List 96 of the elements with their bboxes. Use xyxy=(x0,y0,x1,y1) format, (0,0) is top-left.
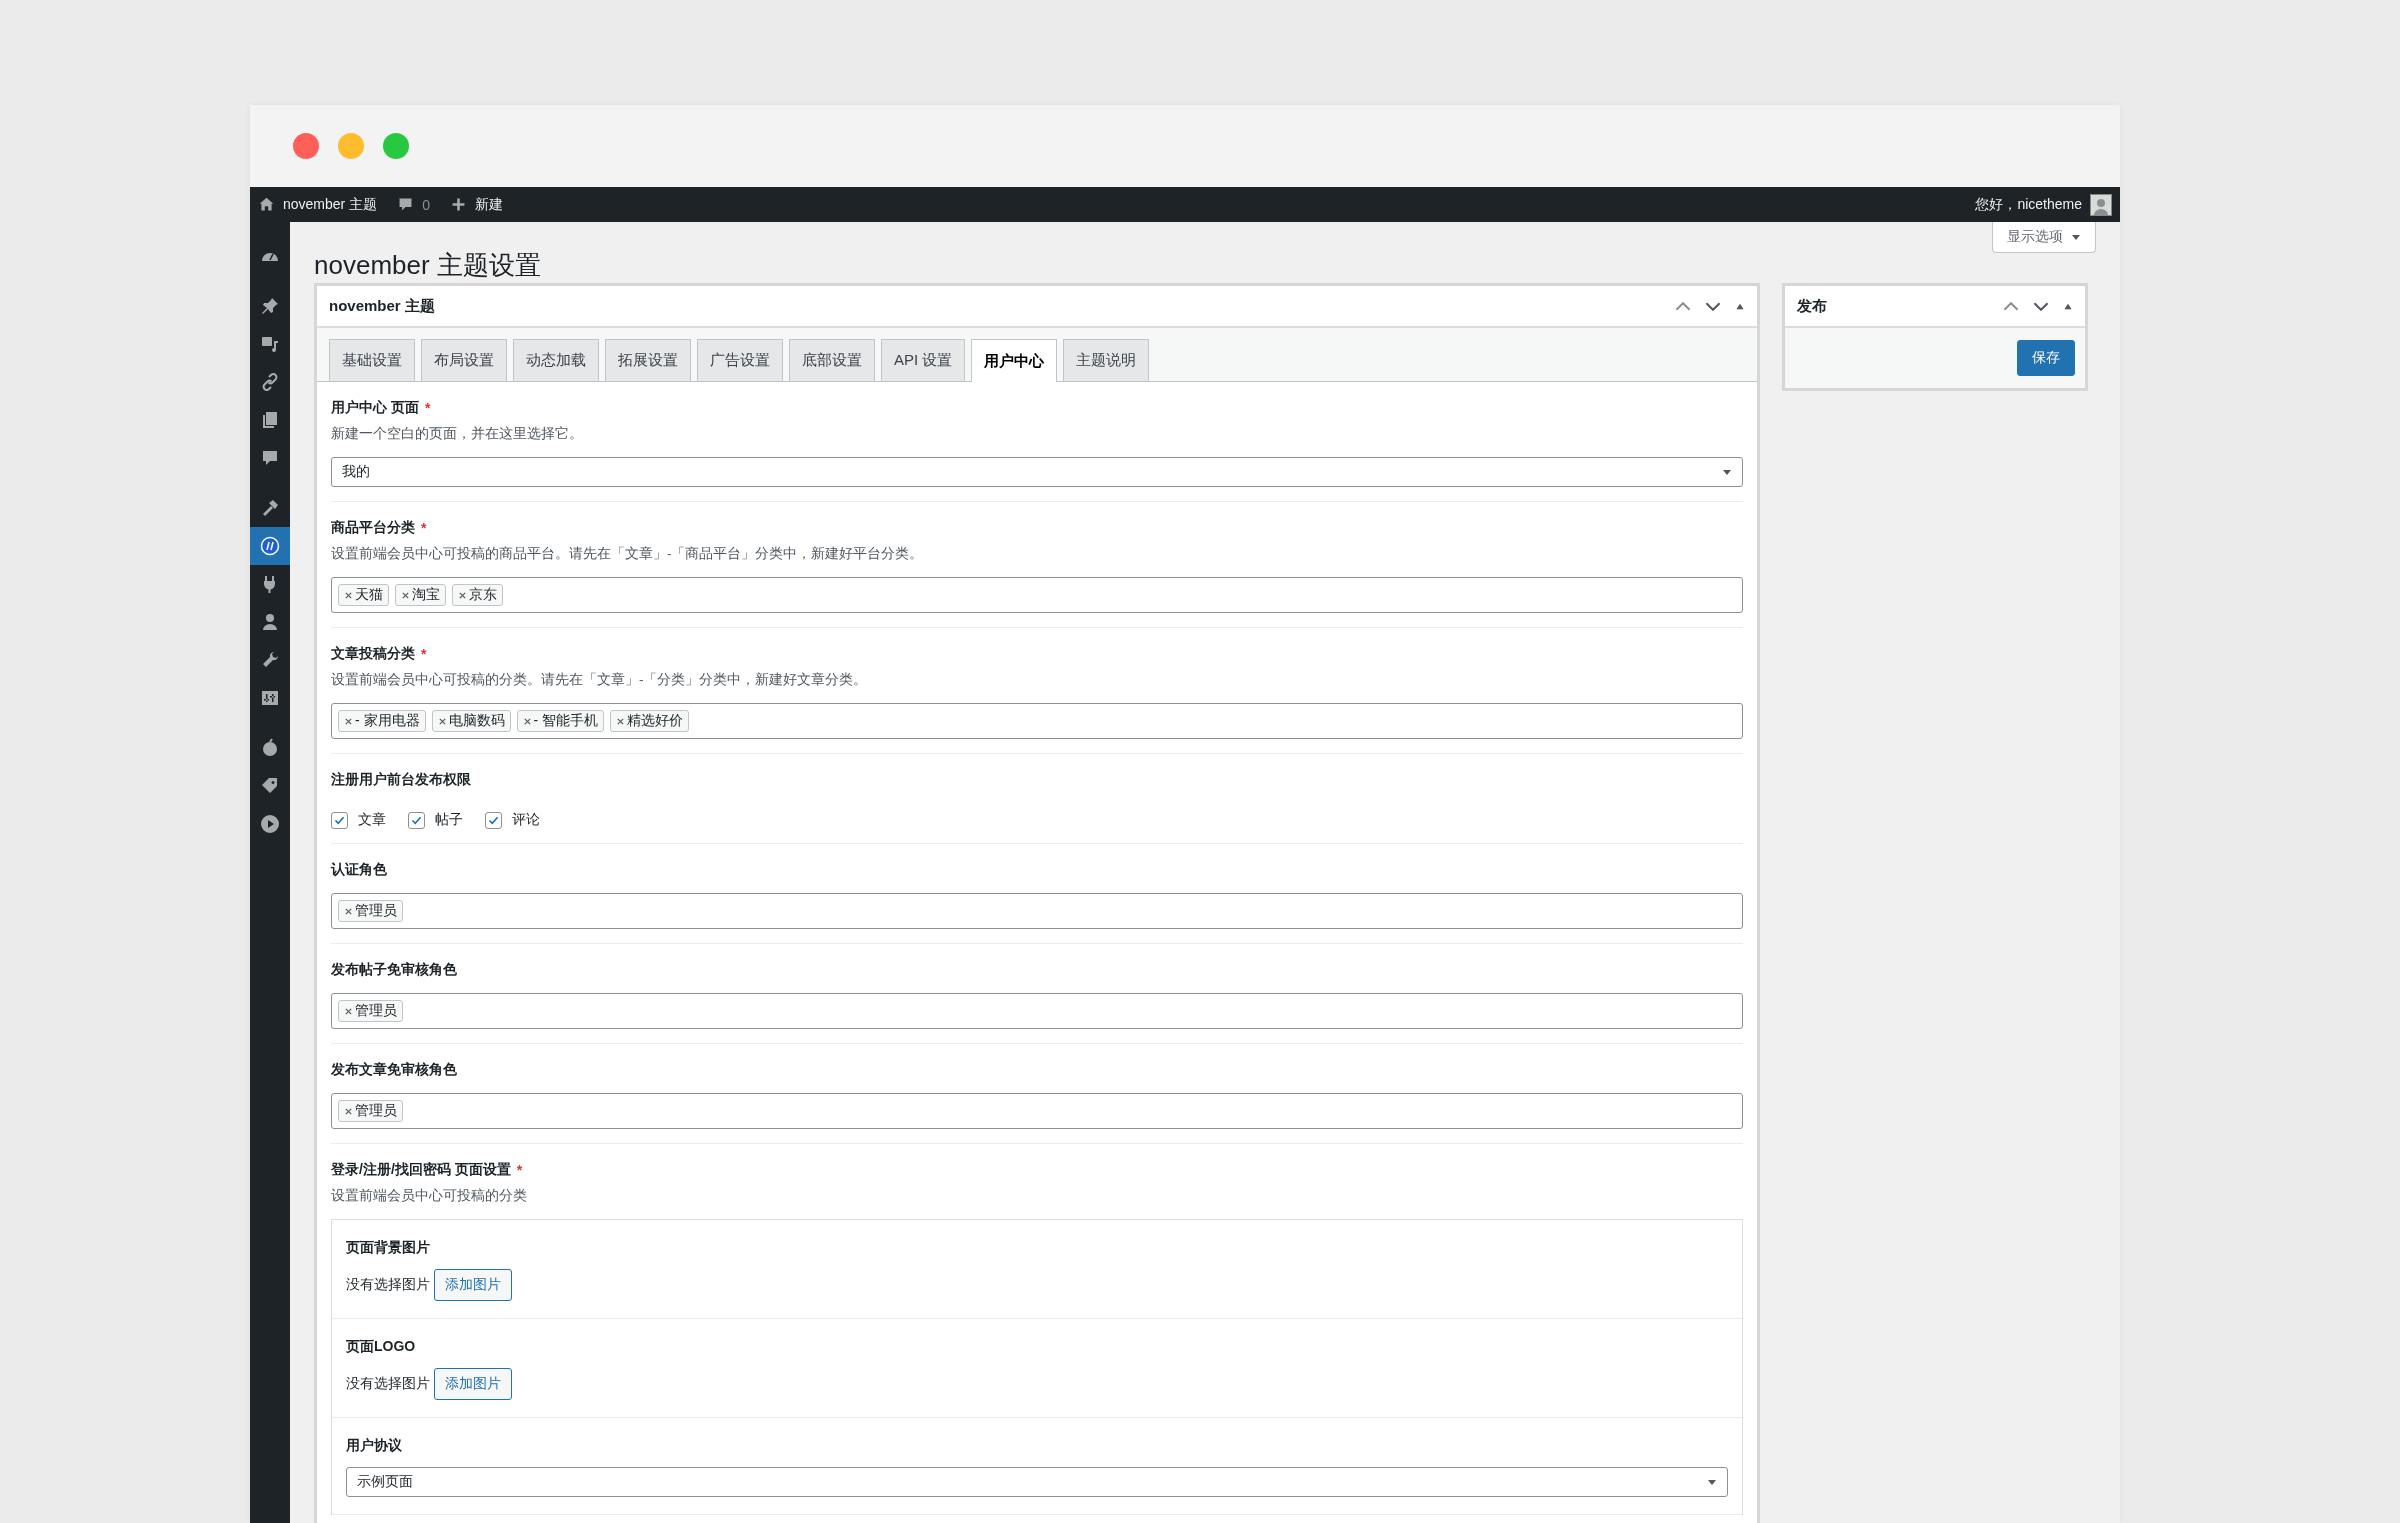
field-description: 新建一个空白的页面，并在这里选择它。 xyxy=(331,425,584,443)
remove-icon xyxy=(344,590,353,600)
add-image-button[interactable]: 添加图片 xyxy=(434,1269,512,1301)
field-label: 认证角色 xyxy=(331,861,387,879)
tag-chip[interactable]: 电脑数码 xyxy=(431,710,511,732)
move-down-icon[interactable] xyxy=(2033,300,2049,312)
media-icon xyxy=(260,334,280,354)
tag-chip[interactable]: - 家用电器 xyxy=(338,710,426,732)
greeting-link[interactable]: 您好，nicetheme xyxy=(1975,195,2082,214)
field-description: 设置前端会员中心可投稿的分类 xyxy=(331,1187,528,1205)
screen-options-button[interactable]: 显示选项 xyxy=(1992,222,2096,253)
page-title: november 主题设置 xyxy=(314,249,541,282)
required-mark: * xyxy=(516,1162,523,1178)
close-button[interactable] xyxy=(293,133,319,159)
remove-icon xyxy=(344,716,353,726)
field-label: 发布帖子免审核角色 xyxy=(331,961,457,979)
checkbox-label[interactable]: 帖子 xyxy=(435,811,463,829)
checkbox[interactable] xyxy=(331,811,348,829)
field-label: 登录/注册/找回密码 页面设置 xyxy=(331,1161,511,1179)
pin-icon xyxy=(260,296,280,316)
field-label: 用户中心 页面 xyxy=(331,399,419,417)
field-description: 设置前端会员中心可投稿的分类。请先在「文章」-「分类」分类中，新建好文章分类。 xyxy=(331,671,869,689)
remove-icon xyxy=(344,1006,353,1016)
tag-chip[interactable]: 精选好价 xyxy=(610,710,690,732)
select-field[interactable]: 我的 xyxy=(331,457,1743,487)
tab[interactable]: 基础设置 xyxy=(329,339,415,381)
home-icon[interactable] xyxy=(258,196,275,213)
remove-icon xyxy=(458,590,467,600)
comment-icon xyxy=(260,448,280,468)
tab[interactable]: 主题说明 xyxy=(1063,339,1150,381)
move-down-icon[interactable] xyxy=(1705,300,1721,312)
tag-chip[interactable]: - 智能手机 xyxy=(516,710,605,732)
tag-input-field[interactable]: 天猫 淘宝 京东 xyxy=(331,577,1743,613)
tab[interactable]: 布局设置 xyxy=(421,339,507,381)
link-icon xyxy=(260,372,280,392)
comment-count: 0 xyxy=(422,196,430,213)
move-up-icon[interactable] xyxy=(1675,300,1691,312)
select-field[interactable]: 示例页面 xyxy=(346,1467,1728,1497)
remove-icon xyxy=(437,716,447,726)
remove-icon xyxy=(344,906,353,916)
tag-chip[interactable]: 管理员 xyxy=(338,1000,403,1022)
field-label: 用户协议 xyxy=(346,1437,402,1455)
media-status: 没有选择图片 xyxy=(346,1276,430,1294)
fruit-icon xyxy=(260,738,280,758)
tag-input-field[interactable]: - 家用电器 电脑数码 - 智能手机 精选好价 xyxy=(331,703,1743,739)
remove-icon xyxy=(522,716,532,726)
sliders-icon xyxy=(260,688,280,708)
site-name-link[interactable]: november 主题 xyxy=(283,195,378,214)
pages-icon xyxy=(260,410,280,430)
add-image-button[interactable]: 添加图片 xyxy=(434,1368,512,1400)
tag-input-field[interactable]: 管理员 xyxy=(331,1093,1743,1129)
checkbox[interactable] xyxy=(485,811,502,829)
user-icon xyxy=(260,612,280,632)
field-description: 设置前端会员中心可投稿的商品平台。请先在「文章」-「商品平台」分类中，新建好平台分类。 xyxy=(331,545,925,563)
caret-icon xyxy=(2071,232,2081,242)
tag-icon xyxy=(260,776,280,796)
tab[interactable]: 动态加载 xyxy=(513,339,599,381)
field-label: 页面LOGO xyxy=(346,1338,416,1356)
required-mark: * xyxy=(421,520,427,536)
tab[interactable]: API 设置 xyxy=(881,339,966,381)
checkbox-label[interactable]: 文章 xyxy=(358,811,386,829)
remove-icon xyxy=(344,1106,353,1116)
new-link[interactable]: 新建 xyxy=(474,195,503,214)
tab[interactable]: 广告设置 xyxy=(697,339,783,381)
tab[interactable]: 拓展设置 xyxy=(605,339,691,381)
field-label: 商品平台分类 xyxy=(331,519,415,537)
play-icon xyxy=(260,814,280,834)
checkbox[interactable] xyxy=(408,811,425,829)
tag-input-field[interactable]: 管理员 xyxy=(331,893,1743,929)
avatar-icon[interactable] xyxy=(2090,193,2112,216)
panel-title: november 主题 xyxy=(329,296,435,316)
remove-icon xyxy=(401,590,410,600)
remove-icon xyxy=(616,716,626,726)
tag-chip[interactable]: 天猫 xyxy=(338,584,389,606)
tag-chip[interactable]: 管理员 xyxy=(338,900,403,922)
field-label: 文章投稿分类 xyxy=(331,645,415,663)
tag-chip[interactable]: 管理员 xyxy=(338,1100,403,1122)
field-label: 注册用户前台发布权限 xyxy=(331,771,471,789)
panel-title: 发布 xyxy=(1797,296,1827,316)
media-status: 没有选择图片 xyxy=(346,1375,430,1393)
checkbox-label[interactable]: 评论 xyxy=(512,811,540,829)
dropdown-caret-icon xyxy=(1707,1477,1717,1487)
tag-chip[interactable]: 京东 xyxy=(452,584,503,606)
dropdown-caret-icon xyxy=(1722,467,1732,477)
tab[interactable]: 底部设置 xyxy=(789,339,875,381)
tag-input-field[interactable]: 管理员 xyxy=(331,993,1743,1029)
field-label: 页面背景图片 xyxy=(346,1239,430,1257)
save-button[interactable]: 保存 xyxy=(2017,340,2075,376)
logo-icon xyxy=(260,536,280,556)
tab[interactable]: 用户中心 xyxy=(971,339,1058,382)
field-label: 发布文章免审核角色 xyxy=(331,1061,457,1079)
required-mark: * xyxy=(424,400,431,416)
tag-chip[interactable]: 淘宝 xyxy=(395,584,446,606)
required-mark: * xyxy=(421,646,427,662)
sidebar-item[interactable] xyxy=(250,527,290,565)
move-up-icon[interactable] xyxy=(2003,300,2019,312)
